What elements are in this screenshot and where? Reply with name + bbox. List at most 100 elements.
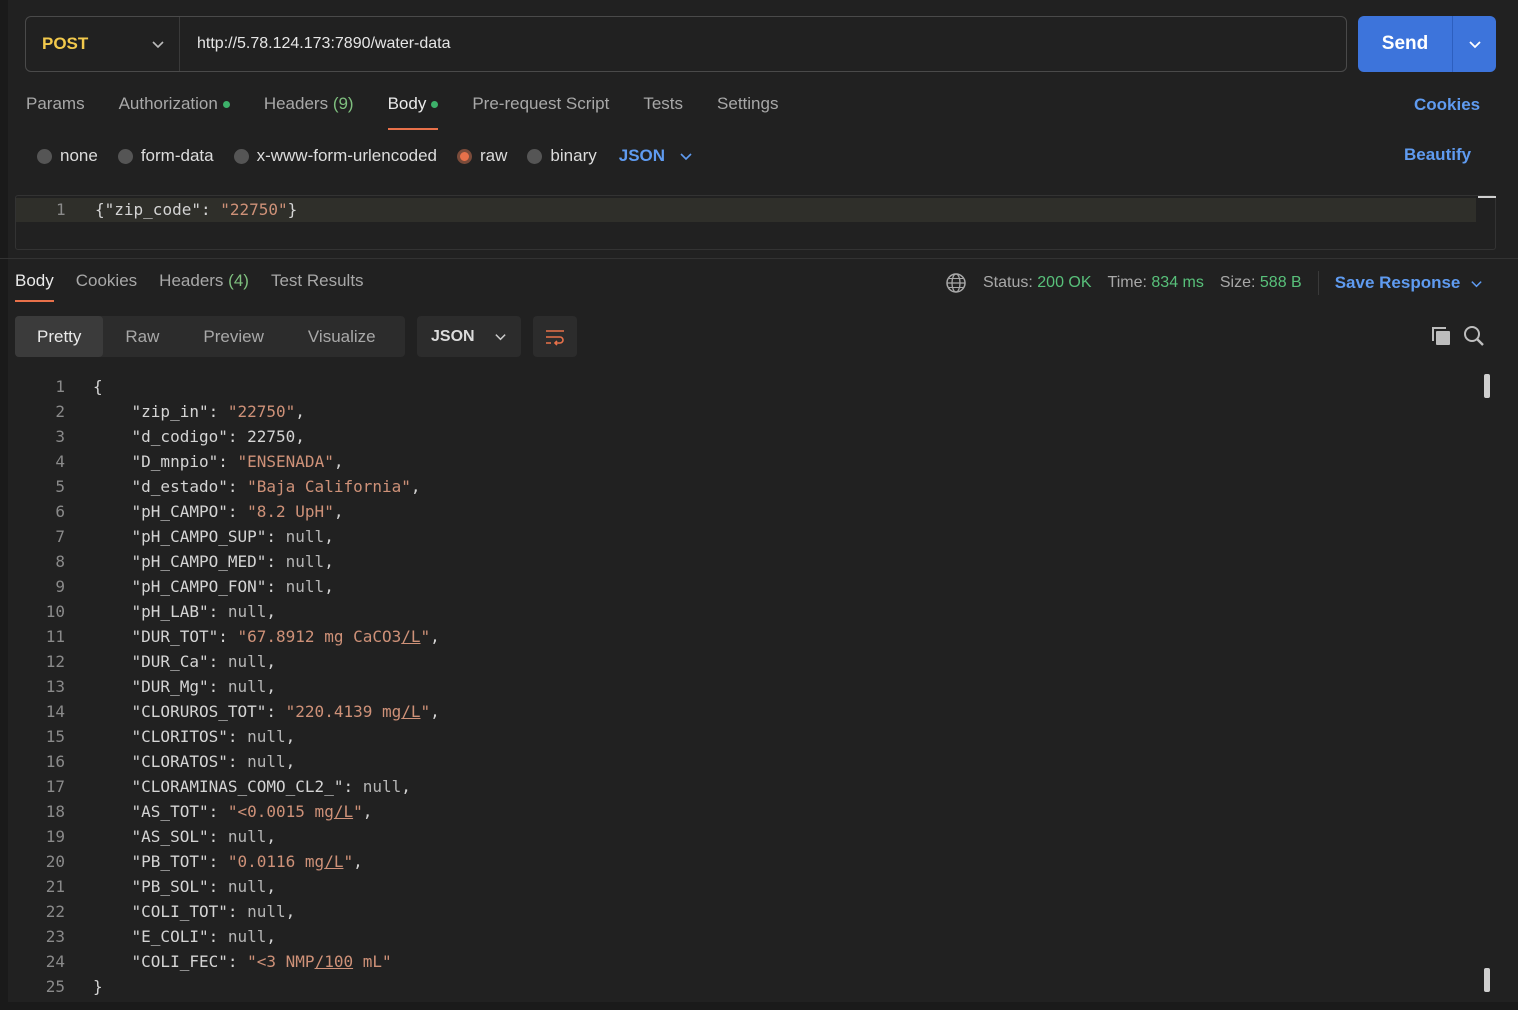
code-content: "pH_CAMPO": "8.2 UpH", [131, 502, 344, 521]
headers-count: (9) [332, 94, 354, 113]
chevron-down-icon [1471, 280, 1483, 287]
save-response-button[interactable]: Save Response [1335, 273, 1484, 293]
editor-scroll-indicator [1478, 196, 1496, 198]
code-content: "E_COLI": null, [131, 927, 277, 946]
code-content: "PB_TOT": "0.0116 mg/L", [131, 852, 363, 871]
code-content: "d_codigo": 22750, [131, 427, 305, 446]
raw-format-dropdown[interactable]: JSON [619, 146, 693, 166]
response-tab-body[interactable]: Body [15, 271, 54, 302]
radio-none-label: none [60, 146, 98, 165]
radio-urlencoded[interactable]: x-www-form-urlencoded [233, 146, 438, 166]
radio-binary[interactable]: binary [527, 146, 597, 166]
line-number: 2 [55, 402, 65, 421]
search-icon[interactable] [1463, 325, 1485, 347]
scrollbar-thumb-bottom[interactable] [1484, 968, 1490, 992]
beautify-link[interactable]: Beautify [1404, 145, 1471, 165]
line-number: 23 [45, 927, 65, 946]
radio-raw[interactable]: raw [457, 146, 507, 166]
time-value[interactable]: 834 ms [1151, 274, 1203, 291]
wrap-lines-button[interactable] [533, 316, 577, 357]
tab-settings[interactable]: Settings [717, 94, 778, 120]
radio-form-data[interactable]: form-data [117, 146, 214, 166]
url-input[interactable]: http://5.78.124.173:7890/water-data [197, 17, 451, 71]
tab-headers-label: Headers [263, 94, 329, 113]
code-content: "COLI_TOT": null, [131, 902, 296, 921]
code-content: "pH_CAMPO_SUP": null, [131, 527, 334, 546]
line-number: 16 [45, 752, 65, 771]
radio-binary-label: binary [550, 146, 597, 165]
status-value[interactable]: 200 OK [1037, 274, 1091, 291]
request-body-code: {"zip_code": "22750"} [95, 200, 298, 219]
line-number: 10 [45, 602, 65, 621]
request-tabs: Params Authorization Headers (9) Body Pr… [26, 94, 778, 130]
response-format-label: JSON [431, 327, 475, 345]
line-number: 6 [55, 502, 65, 521]
line-number: 22 [45, 902, 65, 921]
size-value[interactable]: 588 B [1260, 274, 1302, 291]
response-tabs: Body Cookies Headers (4) Test Results [15, 271, 364, 302]
request-body-editor[interactable]: 1 {"zip_code": "22750"} [15, 195, 1496, 250]
line-number: 24 [45, 952, 65, 971]
view-pretty-button[interactable]: Pretty [15, 316, 104, 357]
method-selector[interactable]: POST [26, 17, 180, 71]
tab-authorization-label: Authorization [118, 94, 218, 113]
cookies-link[interactable]: Cookies [1414, 95, 1480, 115]
request-body-value: "22750" [220, 200, 288, 219]
view-preview-button[interactable]: Preview [181, 316, 285, 357]
time-info: Time: 834 ms [1108, 274, 1204, 292]
radio-urlencoded-label: x-www-form-urlencoded [256, 146, 438, 165]
line-number: 12 [45, 652, 65, 671]
tab-headers[interactable]: Headers (9) [264, 94, 354, 120]
status-divider [1317, 271, 1319, 295]
view-raw-button[interactable]: Raw [103, 316, 181, 357]
tab-params[interactable]: Params [26, 94, 85, 120]
pane-divider[interactable] [0, 258, 1518, 259]
radio-circle-icon [527, 148, 543, 164]
code-content: { [93, 377, 103, 396]
save-response-label: Save Response [1334, 273, 1461, 292]
tab-authorization[interactable]: Authorization [119, 94, 230, 120]
body-type-options: none form-data x-www-form-urlencoded raw… [37, 144, 693, 168]
status-info: Status: 200 OK [983, 274, 1092, 292]
response-tab-test-results[interactable]: Test Results [271, 271, 364, 291]
view-visualize-button[interactable]: Visualize [286, 316, 398, 357]
line-number: 15 [45, 727, 65, 746]
size-label: Size: [1219, 274, 1256, 291]
wrap-lines-icon [546, 329, 564, 346]
radio-selected-icon [457, 148, 473, 164]
radio-raw-label: raw [480, 146, 508, 165]
code-content: "COLI_FEC": "<3 NMP/100 mL" [131, 952, 392, 971]
request-bar: POST http://5.78.124.173:7890/water-data [25, 16, 1347, 72]
line-number: 5 [55, 477, 65, 496]
status-dot-icon [222, 101, 230, 109]
chevron-down-icon [680, 153, 692, 161]
line-number: 8 [55, 552, 65, 571]
line-number: 1 [56, 200, 66, 219]
view-mode-toggle: Pretty Raw Preview Visualize [15, 316, 405, 357]
tab-pre-request-script[interactable]: Pre-request Script [472, 94, 609, 120]
send-button[interactable]: Send [1358, 16, 1496, 72]
response-headers-count: (4) [228, 271, 249, 290]
response-tab-headers[interactable]: Headers (4) [159, 271, 249, 291]
tab-tests[interactable]: Tests [643, 94, 683, 120]
response-format-dropdown[interactable]: JSON [417, 316, 521, 357]
tab-body[interactable]: Body [387, 94, 439, 130]
response-tab-cookies[interactable]: Cookies [76, 271, 137, 291]
code-content: "D_mnpio": "ENSENADA", [131, 452, 344, 471]
line-number: 14 [45, 702, 65, 721]
method-label: POST [42, 34, 89, 53]
code-content: "AS_TOT": "<0.0015 mg/L", [131, 802, 373, 821]
globe-icon[interactable] [945, 272, 967, 294]
radio-none[interactable]: none [37, 146, 98, 166]
radio-circle-icon [117, 148, 133, 164]
scrollbar-thumb[interactable] [1484, 374, 1490, 398]
chevron-down-icon [152, 41, 164, 49]
code-content: "d_estado": "Baja California", [131, 477, 421, 496]
tab-body-label: Body [387, 94, 427, 113]
line-number: 19 [45, 827, 65, 846]
radio-form-data-label: form-data [140, 146, 214, 165]
copy-icon[interactable] [1430, 325, 1452, 347]
chevron-down-icon [495, 334, 506, 341]
radio-circle-icon [37, 148, 52, 164]
send-options-button[interactable] [1453, 16, 1496, 72]
